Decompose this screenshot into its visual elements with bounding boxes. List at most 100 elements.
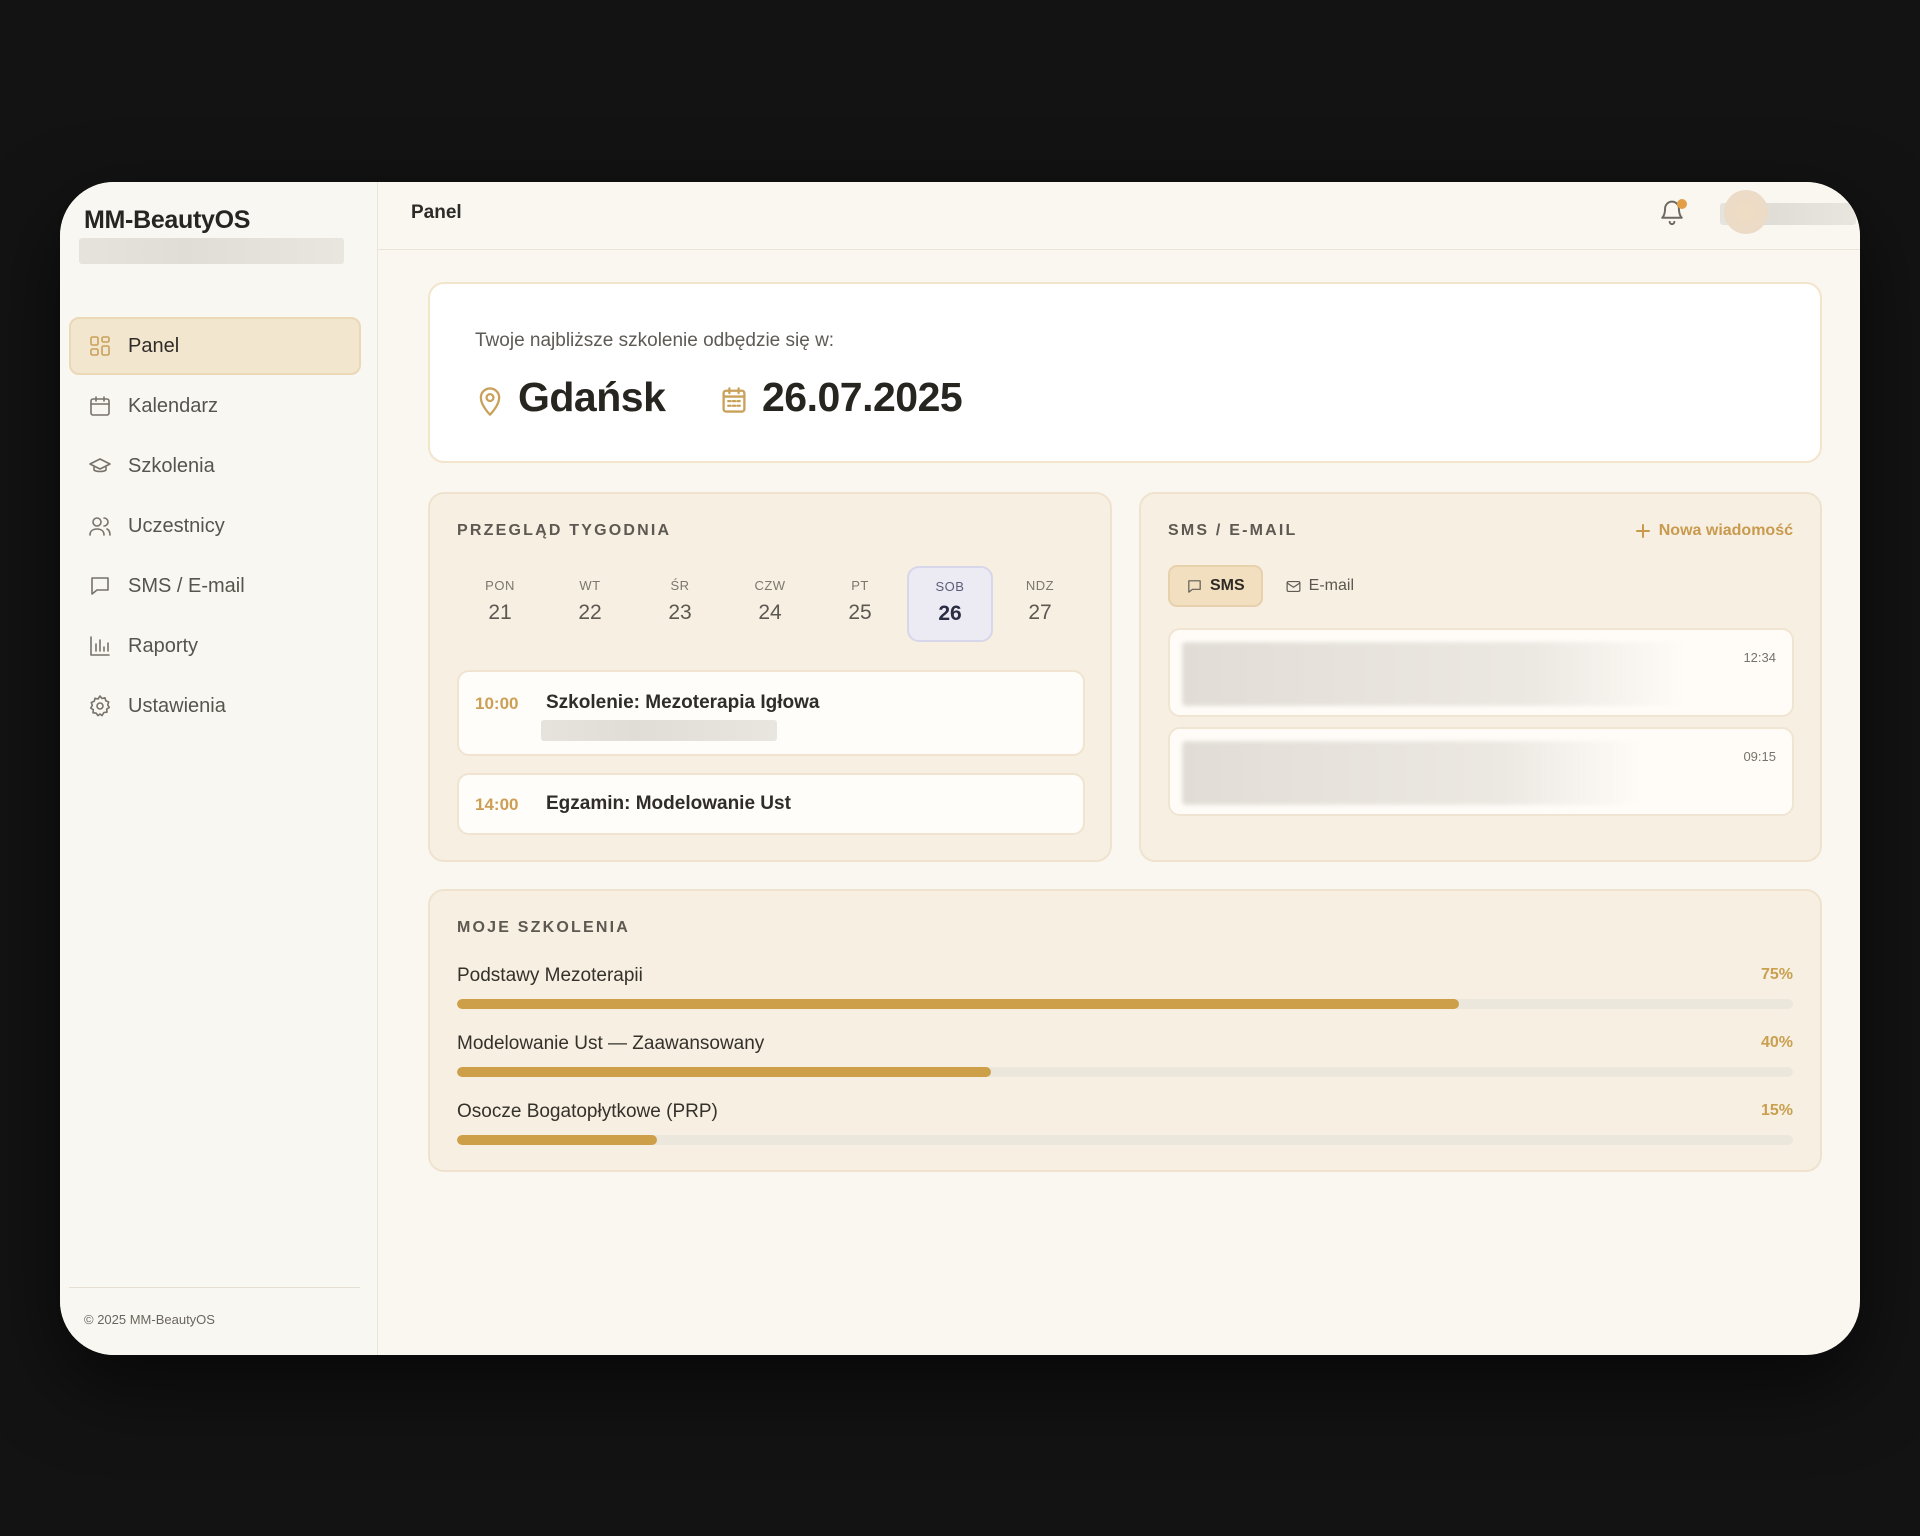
sidebar-item-panel[interactable]: Panel <box>69 317 361 375</box>
day-number: 21 <box>488 601 512 624</box>
message-item[interactable]: 12:34 <box>1168 628 1794 717</box>
brand-subtitle-redacted <box>79 238 344 264</box>
sidebar-item-uczestnicy[interactable]: Uczestnicy <box>69 497 361 555</box>
app-window: MM-BeautyOS Panel Kalendarz Szkolenia Uc… <box>60 182 1860 1355</box>
new-message-button[interactable]: Nowa wiadomość <box>1635 522 1793 540</box>
event-subtitle-redacted <box>541 720 777 741</box>
next-training-card: Twoje najbliższe szkolenie odbędzie się … <box>428 282 1822 463</box>
day-name: PT <box>851 578 869 593</box>
event-time: 10:00 <box>475 694 519 713</box>
day-wed[interactable]: ŚR 23 <box>637 566 723 642</box>
calendar-icon <box>720 385 748 415</box>
tab-label: SMS <box>1210 577 1245 594</box>
notification-dot <box>1677 199 1687 209</box>
brand-name: MM-BeautyOS <box>84 206 251 234</box>
day-tue[interactable]: WT 22 <box>547 566 633 642</box>
course-progress-label: 40% <box>1760 1034 1793 1051</box>
course-item[interactable]: Podstawy Mezoterapii 75% <box>457 965 1793 1021</box>
message-time: 12:34 <box>1743 650 1776 665</box>
sidebar-item-label: Panel <box>128 334 180 357</box>
day-name: PON <box>485 578 515 593</box>
sidebar-item-label: Ustawienia <box>128 694 226 717</box>
day-name: NDZ <box>1025 578 1055 593</box>
course-name: Podstawy Mezoterapii <box>457 965 643 986</box>
week-days: PON 21 WT 22 ŚR 23 CZW 24 PT 25 SOB 26 N… <box>457 566 1087 642</box>
notifications-button[interactable] <box>1658 197 1690 231</box>
course-progress-label: 15% <box>1760 1102 1793 1119</box>
message-icon <box>1188 579 1201 593</box>
training-city: Gdańsk <box>518 374 666 420</box>
day-number: 26 <box>938 602 962 625</box>
users-icon <box>87 513 113 539</box>
grid-icon <box>87 333 113 359</box>
sidebar-item-ustawienia[interactable]: Ustawienia <box>69 677 361 735</box>
message-preview-redacted <box>1182 741 1642 805</box>
copyright: © 2025 MM-BeautyOS <box>84 1312 215 1327</box>
day-number: 22 <box>578 601 602 624</box>
my-courses-title: MOJE SZKOLENIA <box>457 919 631 936</box>
gear-icon <box>87 693 113 719</box>
new-message-label: Nowa wiadomość <box>1658 522 1793 539</box>
next-training-caption: Twoje najbliższe szkolenie odbędzie się … <box>475 330 835 351</box>
week-overview-title: PRZEGLĄD TYGODNIA <box>457 522 672 539</box>
day-name: ŚR <box>670 578 690 593</box>
week-overview-panel: PRZEGLĄD TYGODNIA PON 21 WT 22 ŚR 23 CZW… <box>428 492 1112 862</box>
day-number: 24 <box>758 601 782 624</box>
sidebar-item-szkolenia[interactable]: Szkolenia <box>69 437 361 495</box>
sidebar-item-label: Raporty <box>128 634 199 657</box>
top-bar: Panel <box>378 182 1860 250</box>
day-thu[interactable]: CZW 24 <box>727 566 813 642</box>
event-title: Egzamin: Modelowanie Ust <box>546 793 791 814</box>
messages-title: SMS / E-MAIL <box>1168 522 1298 539</box>
plus-icon <box>1635 524 1650 538</box>
sidebar-item-label: Uczestnicy <box>128 514 225 537</box>
sidebar-item-label: SMS / E-mail <box>128 574 245 597</box>
course-name: Modelowanie Ust — Zaawansowany <box>457 1033 765 1054</box>
day-name: CZW <box>754 578 786 593</box>
avatar[interactable] <box>1724 190 1768 234</box>
sidebar-item-sms-email[interactable]: SMS / E-mail <box>69 557 361 615</box>
progress-track <box>457 999 1793 1009</box>
mail-icon <box>1286 580 1301 592</box>
day-number: 27 <box>1028 601 1052 624</box>
day-name: SOB <box>935 579 965 594</box>
graduation-cap-icon <box>87 453 113 479</box>
calendar-icon <box>87 393 113 419</box>
event-item[interactable]: 14:00 Egzamin: Modelowanie Ust <box>457 773 1085 835</box>
course-progress-label: 75% <box>1760 966 1793 983</box>
course-item[interactable]: Osocze Bogatopłytkowe (PRP) 15% <box>457 1101 1793 1157</box>
tab-label: E-mail <box>1308 577 1355 594</box>
course-name: Osocze Bogatopłytkowe (PRP) <box>457 1101 718 1122</box>
event-item[interactable]: 10:00 Szkolenie: Mezoterapia Igłowa <box>457 670 1085 756</box>
day-number: 25 <box>848 601 872 624</box>
messages-panel: SMS / E-MAIL Nowa wiadomość SMS E-mail 1… <box>1139 492 1822 862</box>
progress-track <box>457 1135 1793 1145</box>
progress-fill <box>457 999 1459 1009</box>
sidebar-item-kalendarz[interactable]: Kalendarz <box>69 377 361 435</box>
progress-track <box>457 1067 1793 1077</box>
message-item[interactable]: 09:15 <box>1168 727 1794 816</box>
my-courses-panel: MOJE SZKOLENIA Podstawy Mezoterapii 75% … <box>428 889 1822 1172</box>
tab-sms[interactable]: SMS <box>1168 565 1263 607</box>
training-date: 26.07.2025 <box>762 374 963 420</box>
message-preview-redacted <box>1182 642 1687 706</box>
progress-fill <box>457 1135 658 1145</box>
sidebar-item-label: Kalendarz <box>128 394 219 417</box>
day-name: WT <box>579 578 601 593</box>
sidebar-nav: Panel Kalendarz Szkolenia Uczestnicy SMS… <box>69 317 361 737</box>
day-mon[interactable]: PON 21 <box>457 566 543 642</box>
sidebar-item-raporty[interactable]: Raporty <box>69 617 361 675</box>
sidebar-item-label: Szkolenia <box>128 454 215 477</box>
sidebar: MM-BeautyOS Panel Kalendarz Szkolenia Uc… <box>60 182 378 1355</box>
day-sun[interactable]: NDZ 27 <box>997 566 1083 642</box>
bar-chart-icon <box>87 633 113 659</box>
day-fri[interactable]: PT 25 <box>817 566 903 642</box>
message-tabs: SMS E-mail <box>1168 565 1372 607</box>
course-item[interactable]: Modelowanie Ust — Zaawansowany 40% <box>457 1033 1793 1089</box>
page-title: Panel <box>411 202 462 223</box>
day-sat-selected[interactable]: SOB 26 <box>907 566 993 642</box>
day-number: 23 <box>668 601 692 624</box>
progress-fill <box>457 1067 992 1077</box>
tab-email[interactable]: E-mail <box>1263 565 1372 607</box>
message-time: 09:15 <box>1743 749 1776 764</box>
